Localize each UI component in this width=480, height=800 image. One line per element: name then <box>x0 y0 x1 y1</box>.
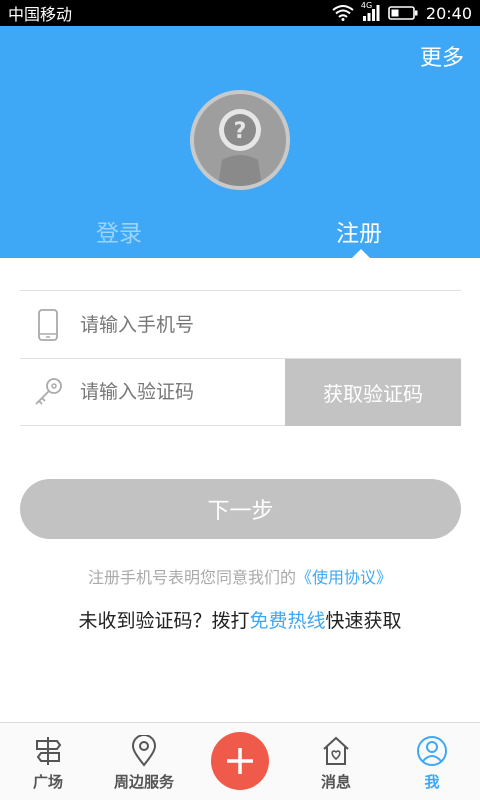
location-pin-icon <box>131 735 157 767</box>
agreement-label: 注册手机号表明您同意我们的 <box>87 568 296 587</box>
phone-row <box>20 290 461 358</box>
carrier-label: 中国移动 <box>8 5 73 24</box>
hotline-text: 未收到验证码？拨打免费热线快速获取 <box>0 606 480 633</box>
get-code-button[interactable]: 获取验证码 <box>285 359 461 426</box>
nav-item-square[interactable]: 广场 <box>0 723 96 800</box>
hotline-link[interactable]: 免费热线 <box>249 610 325 632</box>
status-bar: 中国移动 4G 20:40 <box>0 0 480 26</box>
home-heart-icon <box>323 736 349 765</box>
signal-icon: 4G <box>361 1 380 21</box>
more-button[interactable]: 更多 <box>420 40 464 72</box>
nav-item-me[interactable]: 我 <box>384 723 480 800</box>
phone-input[interactable] <box>76 313 276 336</box>
avatar[interactable]: ? <box>190 90 290 190</box>
add-button[interactable] <box>211 732 269 790</box>
nav-label-square: 广场 <box>32 773 63 791</box>
hotline-prefix: 未收到验证码？拨打 <box>78 610 250 632</box>
nav-label-messages: 消息 <box>320 773 351 791</box>
user-icon <box>417 736 447 766</box>
svg-text:?: ? <box>234 119 247 144</box>
header: 更多 ? 登录 注册 <box>0 26 480 258</box>
clock: 20:40 <box>425 3 472 23</box>
code-row: 获取验证码 <box>20 358 461 426</box>
next-step-button[interactable]: 下一步 <box>20 479 461 539</box>
terms-link[interactable]: 《使用协议》 <box>296 568 392 587</box>
wifi-icon <box>332 5 354 21</box>
agreement-text: 注册手机号表明您同意我们的《使用协议》 <box>0 564 480 588</box>
active-tab-indicator <box>352 249 370 258</box>
status-icons: 4G 20:40 <box>332 1 472 23</box>
hotline-suffix: 快速获取 <box>325 610 402 632</box>
plus-icon <box>227 748 253 774</box>
register-form: 获取验证码 <box>20 290 461 426</box>
nav-label-nearby: 周边服务 <box>113 773 174 791</box>
nav-item-nearby[interactable]: 周边服务 <box>96 723 192 800</box>
code-input[interactable] <box>76 381 276 403</box>
nav-label-me: 我 <box>424 773 440 791</box>
signpost-icon <box>36 737 62 765</box>
tab-register[interactable]: 注册 <box>336 214 382 248</box>
battery-icon <box>388 6 418 20</box>
tab-login[interactable]: 登录 <box>96 214 142 248</box>
default-avatar-icon: ? <box>218 109 262 186</box>
key-icon <box>20 358 76 426</box>
phone-icon <box>20 291 76 359</box>
nav-item-messages[interactable]: 消息 <box>288 723 384 800</box>
